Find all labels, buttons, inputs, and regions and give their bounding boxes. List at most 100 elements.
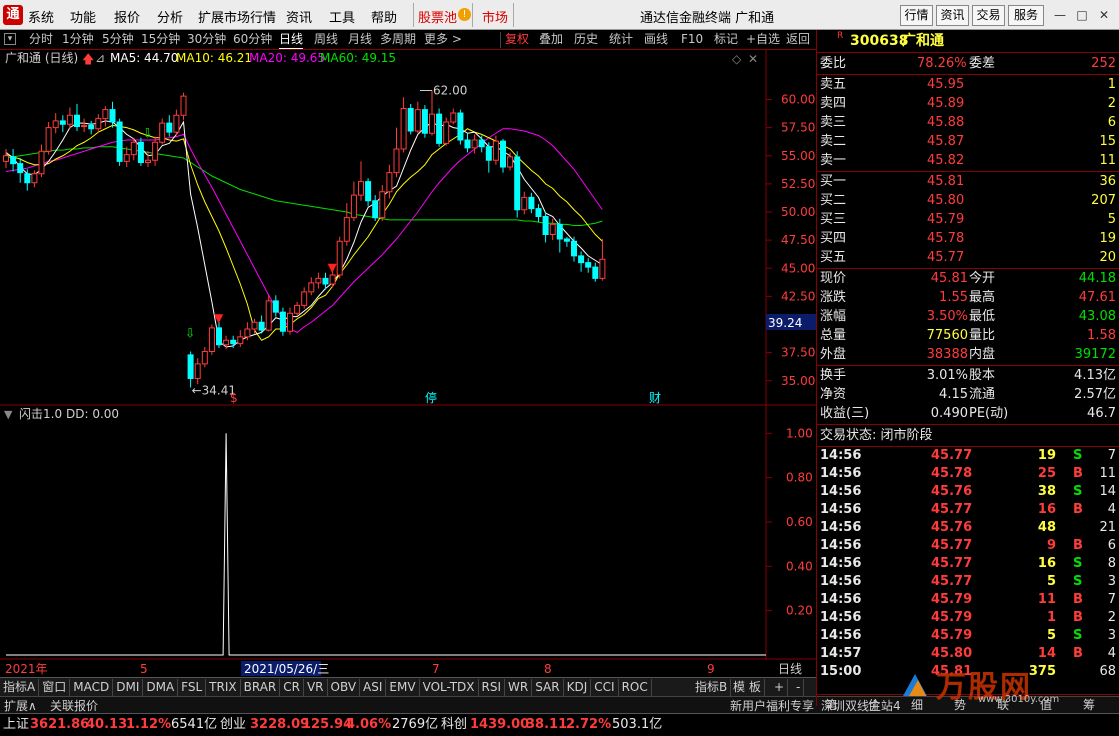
tick-count: 7 <box>1107 592 1116 607</box>
tab-more[interactable]: 更多 > <box>424 31 462 48</box>
stat-value: 47.61 <box>1078 290 1116 305</box>
expand-button[interactable]: 扩展∧ <box>4 697 37 714</box>
app-logo-icon[interactable]: 通 <box>3 5 23 25</box>
zoom-in-button[interactable]: + <box>771 679 789 696</box>
menu-extended-market[interactable]: 扩展市场行情 <box>198 7 276 26</box>
tab-daily[interactable]: 日线 <box>279 31 304 49</box>
add-watchlist-button[interactable]: +自选 <box>746 31 780 48</box>
ask-row[interactable]: 卖五 45.95 1 <box>817 75 1119 94</box>
indicator-tab-macd[interactable]: MACD <box>70 679 114 696</box>
indicator-tab-kdj[interactable]: KDJ <box>564 679 592 696</box>
news-button[interactable]: 资讯 <box>936 5 969 26</box>
adjust-button[interactable]: 复权 <box>505 31 529 48</box>
indicator-tab-rsi[interactable]: RSI <box>479 679 506 696</box>
maximize-icon[interactable]: □ <box>1072 6 1092 24</box>
bid-row[interactable]: 买四 45.78 19 <box>817 229 1119 248</box>
detail-tab[interactable]: 笔 <box>825 696 837 713</box>
menu-function[interactable]: 功能 <box>70 7 96 26</box>
indicator-tab-dmi[interactable]: DMI <box>113 679 144 696</box>
tab-intraday[interactable]: 分时 <box>29 31 53 48</box>
draw-button[interactable]: 画线 <box>644 31 668 48</box>
bid-row[interactable]: 买五 45.77 20 <box>817 248 1119 267</box>
ask-row[interactable]: 卖四 45.89 2 <box>817 94 1119 113</box>
tick-list[interactable]: 14:56 45.77 19 S 7 14:56 45.78 25 B 11 14:56 45.76 3… <box>817 447 1119 687</box>
service-button[interactable]: 服务 <box>1008 5 1044 26</box>
history-button[interactable]: 历史 <box>574 31 598 48</box>
close-icon[interactable]: ✕ <box>1094 6 1114 24</box>
indicator-tick-label: 0.60 <box>786 515 813 529</box>
indicator-toggle-icon[interactable]: ▼ <box>4 408 13 421</box>
indicator-tab-brar[interactable]: BRAR <box>241 679 281 696</box>
tab-60min[interactable]: 60分钟 <box>233 31 272 48</box>
stockpool-tab[interactable]: 股票池 ! <box>413 3 473 27</box>
ask-row[interactable]: 卖二 45.87 15 <box>817 132 1119 151</box>
cy-label[interactable]: 创业 <box>220 714 246 736</box>
indicator-tab-roc[interactable]: ROC <box>619 679 652 696</box>
ask-row[interactable]: 卖一 45.82 11 <box>817 151 1119 170</box>
tab-1min[interactable]: 1分钟 <box>62 31 94 48</box>
indicator-tab-sar[interactable]: SAR <box>532 679 564 696</box>
mark-button[interactable]: 标记 <box>714 31 738 48</box>
quote-button[interactable]: 行情 <box>900 5 933 26</box>
indicator-tab-fsl[interactable]: FSL <box>178 679 207 696</box>
candle <box>287 307 293 335</box>
date-label-sep: 9 <box>707 662 715 676</box>
related-quote-button[interactable]: 关联报价 <box>50 697 98 714</box>
menu-system[interactable]: 系统 <box>28 7 54 26</box>
template-tab[interactable]: 模 板 <box>730 679 765 696</box>
toolbar-divider <box>500 32 501 48</box>
indicator-tab-窗口[interactable]: 窗口 <box>39 679 71 696</box>
index-status-bar: 上证 3621.86 40.13 1.12% 6541亿 创业 3228.09 … <box>0 713 1119 736</box>
kline-chart[interactable]: 60.00 57.50 55.00 52.50 50.00 47.50 45.00 42.50… <box>0 50 816 406</box>
menu-tools[interactable]: 工具 <box>329 7 355 26</box>
indicator-tab-obv[interactable]: OBV <box>328 679 361 696</box>
indicator-tab-vol-tdx[interactable]: VOL-TDX <box>420 679 479 696</box>
kc-label[interactable]: 科创 <box>441 714 467 736</box>
indicator-tab-emv[interactable]: EMV <box>386 679 420 696</box>
sh-label[interactable]: 上证 <box>3 714 29 736</box>
tick-row: 14:56 45.77 16 B 4 <box>817 501 1119 519</box>
overlay-button[interactable]: 叠加 <box>539 31 563 48</box>
tab-monthly[interactable]: 月线 <box>348 31 372 48</box>
indicator-b-tab[interactable]: 指标B <box>692 679 732 696</box>
bid-row[interactable]: 买三 45.79 5 <box>817 210 1119 229</box>
tab-weekly[interactable]: 周线 <box>314 31 338 48</box>
indicator-chart[interactable]: 1.00 0.80 0.60 0.40 0.20 ▼ 闪击1.0 DD: 0.00 <box>0 406 816 660</box>
zoom-out-button[interactable]: - <box>793 679 805 696</box>
indicator-tab-cr[interactable]: CR <box>280 679 304 696</box>
tab-5min[interactable]: 5分钟 <box>102 31 134 48</box>
indicator-tab-dma[interactable]: DMA <box>143 679 179 696</box>
stats-button[interactable]: 统计 <box>609 31 633 48</box>
bid-row[interactable]: 买一 45.81 36 <box>817 172 1119 191</box>
market-tab[interactable]: 市场 <box>476 3 514 27</box>
indicator-tab-指标a[interactable]: 指标A <box>0 679 40 696</box>
stockpool-label: 股票池 <box>418 11 458 26</box>
minimize-icon[interactable]: — <box>1050 6 1070 24</box>
menu-news[interactable]: 资讯 <box>286 7 312 26</box>
menu-analysis[interactable]: 分析 <box>157 7 183 26</box>
weibi-label: 委比 <box>820 56 847 71</box>
indicator-tab-wr[interactable]: WR <box>505 679 533 696</box>
tab-multi-period[interactable]: 多周期 <box>380 31 416 48</box>
f10-button[interactable]: F10 <box>681 31 703 48</box>
chart-diamond-icon[interactable]: ◇ <box>732 52 742 66</box>
tab-15min[interactable]: 15分钟 <box>141 31 180 48</box>
indicator-tab-trix[interactable]: TRIX <box>206 679 241 696</box>
menu-help[interactable]: 帮助 <box>371 7 397 26</box>
promo-link[interactable]: 新用户福利专享 <box>730 697 814 714</box>
tab-30min[interactable]: 30分钟 <box>187 31 226 48</box>
back-button[interactable]: 返回 <box>786 31 810 48</box>
indicator-tab-vr[interactable]: VR <box>304 679 328 696</box>
trade-button[interactable]: 交易 <box>972 5 1005 26</box>
tick-flag: S <box>1073 628 1083 643</box>
stat-value: 46.7 <box>1087 406 1116 421</box>
stat-label: 总量 <box>820 328 847 343</box>
chart-close-icon[interactable]: ✕ <box>748 52 758 66</box>
toolbar-toggle-icon[interactable]: ▾ <box>4 33 16 45</box>
ask-row[interactable]: 卖三 45.88 6 <box>817 113 1119 132</box>
detail-tab[interactable]: 价 <box>868 696 880 713</box>
indicator-tab-asi[interactable]: ASI <box>360 679 387 696</box>
bid-row[interactable]: 买二 45.80 207 <box>817 191 1119 210</box>
indicator-tab-cci[interactable]: CCI <box>591 679 619 696</box>
menu-quote[interactable]: 报价 <box>114 7 140 26</box>
